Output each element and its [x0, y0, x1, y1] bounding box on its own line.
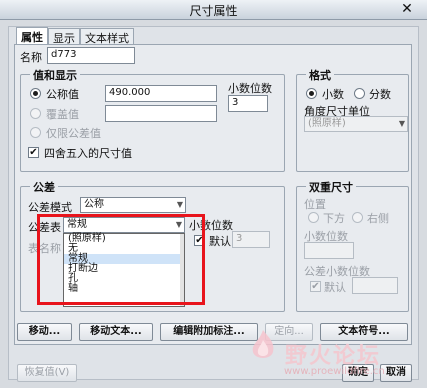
restore-button[interactable]: 恢复值(V) [17, 364, 77, 382]
tab-display[interactable]: 显示 [48, 28, 80, 45]
move-text-button[interactable]: 移动文本... [79, 323, 153, 341]
dual-default-checkbox[interactable]: ✔ [310, 281, 321, 292]
flame-logo-icon [245, 328, 281, 364]
tolerance-decimals-input[interactable]: 3 [232, 231, 270, 248]
fraction-radio[interactable] [354, 88, 365, 99]
below-label: 下方 [323, 212, 345, 225]
chevron-down-icon: ▼ [398, 119, 405, 128]
value-display-title: 值和显示 [30, 67, 80, 83]
cancel-button[interactable]: 取消 [380, 364, 412, 382]
watermark-url: www.proewildfire.cn [284, 366, 385, 377]
dual-dimension-title: 双重尺寸 [306, 179, 356, 195]
edit-attach-button[interactable]: 编辑附加标注... [160, 323, 258, 341]
decimal-label: 小数 [322, 88, 344, 101]
tolerance-mode-value: 公称 [84, 199, 104, 210]
decimal-radio[interactable] [306, 88, 317, 99]
nominal-value-input[interactable]: 490.000 [105, 85, 217, 102]
round-checkbox[interactable]: ✔ [28, 147, 39, 158]
angle-unit-value: (照原样) [308, 118, 346, 129]
tolerance-title: 公差 [30, 179, 58, 195]
angle-unit-select[interactable]: (照原样) ▼ [304, 116, 408, 132]
override-radio[interactable] [30, 108, 41, 119]
name-label: 名称 [20, 51, 42, 64]
tolerance-mode-select[interactable]: 公称 ▼ [80, 197, 186, 213]
tab-properties[interactable]: 属性 [16, 27, 48, 45]
decimals-label: 小数位数 [228, 82, 272, 95]
format-title: 格式 [306, 67, 334, 83]
dual-tol-decimals-input[interactable] [352, 277, 398, 294]
nominal-label: 公称值 [46, 88, 79, 101]
override-value-input[interactable] [105, 105, 217, 122]
title-bar: 尺寸属性 ✕ [0, 0, 427, 20]
name-input[interactable]: d773 [47, 47, 135, 64]
window-title: 尺寸属性 [189, 4, 238, 18]
round-label: 四舍五入的尺寸值 [44, 147, 132, 160]
chevron-down-icon: ▼ [176, 200, 183, 209]
tolerance-only-label: 仅限公差值 [46, 127, 101, 140]
tolerance-only-radio[interactable] [30, 127, 41, 138]
dual-decimals-input[interactable] [304, 242, 354, 259]
nominal-radio[interactable] [30, 88, 41, 99]
fraction-label: 分数 [369, 88, 391, 101]
tolerance-mode-label: 公差模式 [28, 201, 72, 214]
tolerance-default-label: 默认 [209, 235, 231, 248]
decimals-input[interactable]: 3 [228, 95, 268, 112]
move-button[interactable]: 移动... [17, 323, 72, 341]
dual-default-label: 默认 [324, 281, 346, 294]
highlight-box [37, 214, 205, 305]
below-radio[interactable] [308, 212, 319, 223]
tab-text-style[interactable]: 文本样式 [80, 28, 134, 45]
close-icon[interactable]: ✕ [399, 1, 415, 17]
override-label: 覆盖值 [46, 108, 79, 121]
right-radio[interactable] [352, 212, 363, 223]
right-label: 右侧 [367, 212, 389, 225]
